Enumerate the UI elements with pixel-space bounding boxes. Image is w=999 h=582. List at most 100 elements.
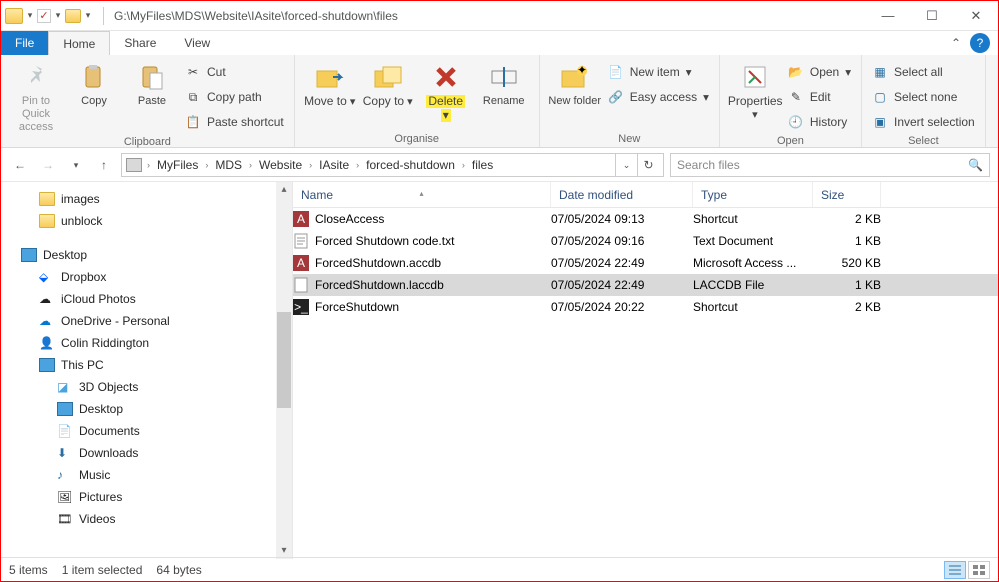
move-to-button[interactable]: Move to ▾ [303, 59, 357, 109]
file-row[interactable]: ForcedShutdown.laccdb07/05/2024 22:49LAC… [293, 274, 998, 296]
collapse-ribbon-button[interactable]: ⌃ [942, 31, 970, 55]
up-button[interactable]: ↑ [93, 154, 115, 176]
window-title: G:\MyFiles\MDS\Website\IAsite\forced-shu… [110, 9, 866, 23]
delete-button[interactable]: Delete▾ [419, 59, 473, 123]
pin-to-quick-access-button[interactable]: Pin to Quick access [9, 59, 63, 134]
qat-customize-dropdown[interactable]: ▾ [83, 10, 93, 21]
select-none-button[interactable]: ▢Select none [870, 86, 977, 108]
move-to-icon [314, 61, 346, 93]
status-selected-size: 64 bytes [156, 563, 201, 577]
chevron-right-icon[interactable]: › [306, 160, 315, 170]
onedrive-icon: ☁ [39, 314, 55, 328]
history-button[interactable]: 🕘History [786, 111, 853, 133]
chevron-right-icon[interactable]: › [459, 160, 468, 170]
maximize-button[interactable]: ☐ [910, 1, 954, 31]
breadcrumb-item[interactable]: MDS [213, 158, 244, 172]
file-size: 1 KB [813, 278, 881, 292]
tree-item-icloud[interactable]: ☁iCloud Photos [1, 288, 292, 310]
paste-shortcut-button[interactable]: 📋Paste shortcut [183, 111, 286, 133]
open-button[interactable]: 📂Open ▾ [786, 61, 853, 83]
address-bar[interactable]: › MyFiles› MDS› Website› IAsite› forced-… [121, 153, 664, 177]
tree-item-pictures[interactable]: 🖼Pictures [1, 486, 292, 508]
tree-item-thispc[interactable]: This PC [1, 354, 292, 376]
search-input[interactable]: Search files 🔍 [670, 153, 990, 177]
breadcrumb-item[interactable]: files [470, 158, 495, 172]
copy-to-icon [372, 61, 404, 93]
tree-item-dropbox[interactable]: ⬙Dropbox [1, 266, 292, 288]
column-headers: ▴Name Date modified Type Size [293, 182, 998, 208]
help-button[interactable]: ? [970, 33, 990, 53]
file-date: 07/05/2024 09:16 [551, 234, 693, 248]
file-row[interactable]: >_ForceShutdown07/05/2024 20:22Shortcut2… [293, 296, 998, 318]
rename-button[interactable]: Rename [477, 59, 531, 108]
tree-item-3d-objects[interactable]: ◪3D Objects [1, 376, 292, 398]
qat-app-dropdown[interactable]: ▾ [25, 10, 35, 21]
file-name: ForceShutdown [315, 300, 399, 314]
file-row[interactable]: ACloseAccess07/05/2024 09:13Shortcut2 KB [293, 208, 998, 230]
properties-button[interactable]: Properties ▾ [728, 59, 782, 122]
column-header-type[interactable]: Type [693, 182, 813, 207]
large-icons-view-button[interactable] [968, 561, 990, 579]
tree-item-videos[interactable]: 🎞Videos [1, 508, 292, 530]
column-header-date[interactable]: Date modified [551, 182, 693, 207]
file-list-pane[interactable]: ▴Name Date modified Type Size ACloseAcce… [293, 182, 998, 559]
invert-selection-button[interactable]: ▣Invert selection [870, 111, 977, 133]
tree-item-user[interactable]: 👤Colin Riddington [1, 332, 292, 354]
qat-new-folder-icon[interactable] [65, 9, 81, 23]
tab-share[interactable]: Share [110, 31, 170, 55]
copy-path-button[interactable]: ⧉Copy path [183, 86, 286, 108]
chevron-right-icon[interactable]: › [353, 160, 362, 170]
scroll-thumb[interactable] [277, 312, 291, 408]
cut-button[interactable]: ✂Cut [183, 61, 286, 83]
back-button[interactable]: ← [9, 154, 31, 176]
tree-item-desktop2[interactable]: Desktop [1, 398, 292, 420]
tree-item-onedrive[interactable]: ☁OneDrive - Personal [1, 310, 292, 332]
copy-to-button[interactable]: Copy to ▾ [361, 59, 415, 109]
tree-item-images[interactable]: images [1, 188, 292, 210]
navigation-pane[interactable]: images unblock Desktop ⬙Dropbox ☁iCloud … [1, 182, 293, 559]
tree-item-downloads[interactable]: ⬇Downloads [1, 442, 292, 464]
pin-icon [20, 61, 52, 93]
copy-button[interactable]: Copy [67, 59, 121, 108]
column-header-size[interactable]: Size [813, 182, 881, 207]
tree-item-music[interactable]: ♪Music [1, 464, 292, 486]
file-row[interactable]: Forced Shutdown code.txt07/05/2024 09:16… [293, 230, 998, 252]
refresh-button[interactable]: ↻ [637, 154, 659, 176]
new-folder-button[interactable]: ✦ New folder [548, 59, 602, 108]
column-header-name[interactable]: ▴Name [293, 182, 551, 207]
file-row[interactable]: AForcedShutdown.accdb07/05/2024 22:49Mic… [293, 252, 998, 274]
tree-item-desktop[interactable]: Desktop [1, 244, 292, 266]
breadcrumb-item[interactable]: forced-shutdown [364, 158, 457, 172]
history-icon: 🕘 [788, 114, 804, 130]
file-date: 07/05/2024 22:49 [551, 278, 693, 292]
chevron-right-icon[interactable]: › [144, 160, 153, 170]
breadcrumb-item[interactable]: Website [257, 158, 304, 172]
paste-button[interactable]: Paste [125, 59, 179, 108]
minimize-button[interactable]: — [866, 1, 910, 31]
breadcrumb-item[interactable]: MyFiles [155, 158, 200, 172]
new-item-button[interactable]: 📄New item ▾ [606, 61, 711, 83]
breadcrumb-item[interactable]: IAsite [317, 158, 351, 172]
tree-item-unblock[interactable]: unblock [1, 210, 292, 232]
tree-item-documents[interactable]: 📄Documents [1, 420, 292, 442]
edit-button[interactable]: ✎Edit [786, 86, 853, 108]
close-button[interactable]: ✕ [954, 1, 998, 31]
easy-access-button[interactable]: 🔗Easy access ▾ [606, 86, 711, 108]
group-clipboard: Pin to Quick access Copy Paste ✂Cut ⧉Cop… [1, 55, 295, 147]
qat-checkbox-icon[interactable]: ✓ [37, 9, 51, 23]
details-view-button[interactable] [944, 561, 966, 579]
tab-home[interactable]: Home [48, 31, 110, 55]
chevron-right-icon[interactable]: › [246, 160, 255, 170]
file-type: Shortcut [693, 212, 813, 226]
select-all-button[interactable]: ▦Select all [870, 61, 977, 83]
file-icon: >_ [293, 299, 309, 315]
forward-button[interactable]: → [37, 154, 59, 176]
recent-locations-button[interactable]: ▾ [65, 154, 87, 176]
chevron-right-icon[interactable]: › [202, 160, 211, 170]
tab-view[interactable]: View [170, 31, 224, 55]
qat-properties-dropdown[interactable]: ▾ [53, 10, 63, 21]
tab-file[interactable]: File [1, 31, 48, 55]
scroll-up-button[interactable]: ▴ [276, 182, 292, 198]
dropbox-icon: ⬙ [39, 270, 55, 284]
address-dropdown-button[interactable]: ⌄ [615, 154, 637, 176]
